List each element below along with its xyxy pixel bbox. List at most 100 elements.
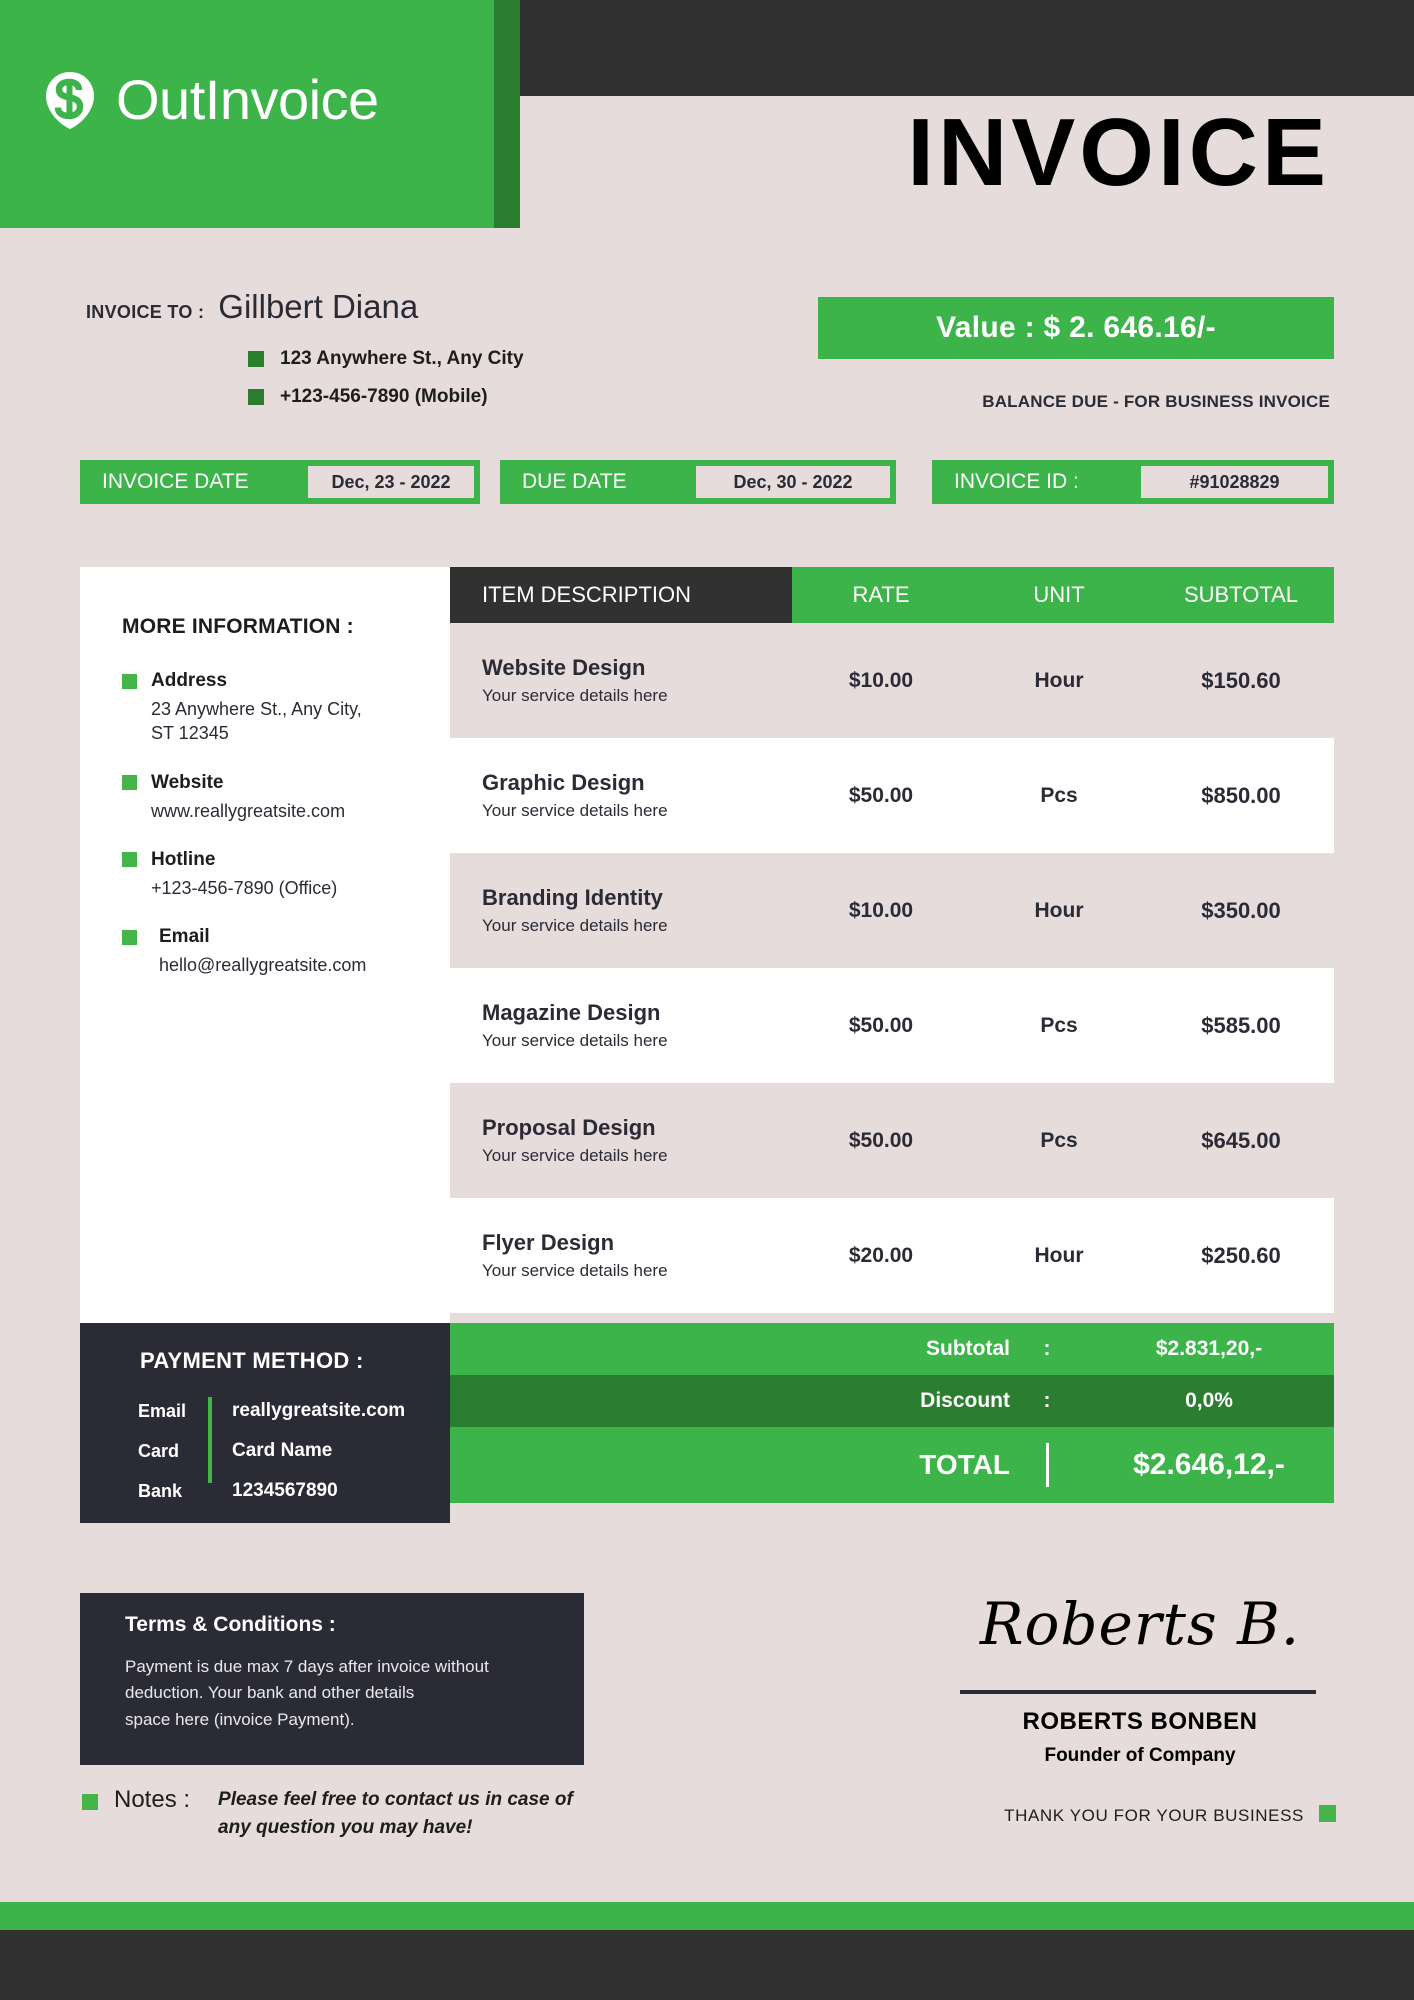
notes-text: Please feel free to contact us in case o… [218, 1789, 573, 1838]
subtotal-label: Subtotal [926, 1337, 1010, 1360]
item-unit: Pcs [1040, 1128, 1078, 1152]
payment-key-email: Email [138, 1400, 187, 1421]
item-rate: $50.00 [848, 1013, 914, 1037]
table-row: Proposal Design Your service details her… [450, 1083, 1334, 1198]
total-separator [1010, 1443, 1084, 1487]
item-subtotal: $585.00 [1201, 1012, 1281, 1038]
square-bullet-icon [248, 351, 264, 367]
vertical-divider [208, 1397, 212, 1483]
item-rate: $10.00 [848, 898, 914, 922]
value-badge: Value : $ 2. 646.16/- [818, 297, 1334, 359]
discount-value: 0,0% [1185, 1389, 1233, 1412]
item-details: Your service details here [482, 801, 668, 820]
info-label-website: Website [151, 771, 224, 793]
total-value: $2.646,12,- [1133, 1448, 1285, 1481]
square-bullet-icon [122, 673, 137, 689]
due-date-value: Dec, 30 - 2022 [696, 466, 890, 498]
subtotal-value: $2.831,20,- [1155, 1337, 1263, 1360]
items-table: ITEM DESCRIPTION RATE UNIT SUBTOTAL Webs… [450, 567, 1334, 1313]
more-information-list: Address 23 Anywhere St., Any City, ST 12… [122, 670, 442, 1003]
notes-label: Notes : [114, 1786, 191, 1813]
square-bullet-icon [122, 775, 137, 791]
total-label: TOTAL [919, 1449, 1010, 1480]
payment-value-card: Card Name [232, 1440, 333, 1461]
signatory-name: ROBERTS BONBEN [1022, 1708, 1258, 1735]
signature-script: Roberts B. [979, 1590, 1301, 1658]
invoice-date-value: Dec, 23 - 2022 [308, 466, 474, 498]
value-amount: Value : $ 2. 646.16/- [936, 311, 1216, 344]
item-unit: Hour [1034, 668, 1084, 692]
invoice-page: OutInvoice INVOICE INVOICE TO : Gillbert… [0, 0, 1414, 2000]
item-rate: $50.00 [848, 783, 914, 807]
item-details: Your service details here [482, 1031, 668, 1050]
footer-dark-band [0, 1930, 1414, 2000]
total-row: TOTAL $2.646,12,- [450, 1427, 1334, 1503]
table-row: Branding Identity Your service details h… [450, 853, 1334, 968]
info-value-address: 23 Anywhere St., Any City, ST 12345 [151, 699, 362, 744]
square-bullet-icon [82, 1794, 98, 1810]
totals-block: Subtotal : $2.831,20,- Discount : 0,0% T… [450, 1323, 1334, 1503]
item-title: Flyer Design [482, 1230, 615, 1255]
item-unit: Hour [1034, 1243, 1084, 1267]
square-bullet-icon [122, 852, 137, 868]
bill-to-label: INVOICE TO : [86, 302, 205, 322]
payment-method-title: PAYMENT METHOD : [140, 1348, 364, 1373]
bill-to-name: Gillbert Diana [218, 288, 419, 325]
item-subtotal: $150.60 [1201, 667, 1281, 693]
discount-label: Discount [920, 1389, 1010, 1412]
info-label-email: Email [159, 926, 210, 948]
invoice-id-label: INVOICE ID : [954, 470, 1079, 493]
item-title: Branding Identity [482, 885, 663, 910]
column-header-rate: RATE [852, 582, 910, 607]
signature-divider [960, 1690, 1316, 1694]
subtotal-colon: : [1043, 1337, 1051, 1360]
brand-logo: OutInvoice [38, 68, 379, 132]
list-item: Address 23 Anywhere St., Any City, ST 12… [122, 670, 442, 746]
square-bullet-icon [122, 929, 137, 945]
payment-key-card: Card [138, 1440, 180, 1461]
list-item: Card Card Name [138, 1435, 428, 1467]
column-header-unit: UNIT [1033, 582, 1085, 607]
bill-to-address: 123 Anywhere St., Any City [280, 348, 524, 369]
item-subtotal: $250.60 [1201, 1242, 1281, 1268]
discount-colon: : [1043, 1389, 1051, 1412]
due-date-label: DUE DATE [522, 470, 627, 493]
more-information-title: MORE INFORMATION : [122, 615, 354, 638]
list-item: 123 Anywhere St., Any City [248, 348, 524, 370]
item-unit: Pcs [1040, 1013, 1078, 1037]
payment-value-email: reallygreatsite.com [232, 1400, 406, 1421]
list-item: +123-456-7890 (Mobile) [248, 386, 524, 408]
page-title: INVOICE [907, 99, 1330, 206]
item-subtotal: $350.00 [1201, 897, 1281, 923]
item-title: Website Design [482, 655, 646, 680]
bill-to-block: INVOICE TO : Gillbert Diana [86, 288, 418, 326]
item-details: Your service details here [482, 1146, 668, 1165]
payment-method-list: Email reallygreatsite.com Card Card Name… [138, 1395, 428, 1515]
info-label-address: Address [151, 670, 228, 691]
footer-green-band [0, 1902, 1414, 1930]
subtotal-row: Subtotal : $2.831,20,- [450, 1323, 1334, 1375]
square-bullet-icon [248, 389, 264, 405]
list-item: Email reallygreatsite.com [138, 1395, 428, 1427]
item-unit: Pcs [1040, 783, 1078, 807]
dollar-pin-icon [38, 68, 102, 132]
terms-title: Terms & Conditions : [125, 1613, 336, 1636]
table-row: Graphic Design Your service details here… [450, 738, 1334, 853]
terms-body: Payment is due max 7 days after invoice … [125, 1657, 489, 1729]
due-date-bar: DUE DATE Dec, 30 - 2022 [500, 460, 896, 504]
invoice-id-bar: INVOICE ID : #91028829 [932, 460, 1334, 504]
info-label-hotline: Hotline [151, 848, 216, 870]
table-row: Magazine Design Your service details her… [450, 968, 1334, 1083]
list-item: Website www.reallygreatsite.com [122, 772, 442, 823]
list-item: Email hello@reallygreatsite.com [122, 926, 442, 977]
item-subtotal: $850.00 [1201, 782, 1281, 808]
column-header-description: ITEM DESCRIPTION [450, 567, 792, 623]
item-title: Graphic Design [482, 770, 645, 795]
item-unit: Hour [1034, 898, 1084, 922]
item-title: Proposal Design [482, 1115, 656, 1140]
info-value-hotline: +123-456-7890 (Office) [151, 877, 338, 898]
column-header-subtotal: SUBTOTAL [1183, 582, 1299, 607]
table-row: Website Design Your service details here… [450, 623, 1334, 738]
list-item: Bank 1234567890 [138, 1475, 428, 1507]
item-subtotal: $645.00 [1201, 1127, 1281, 1153]
